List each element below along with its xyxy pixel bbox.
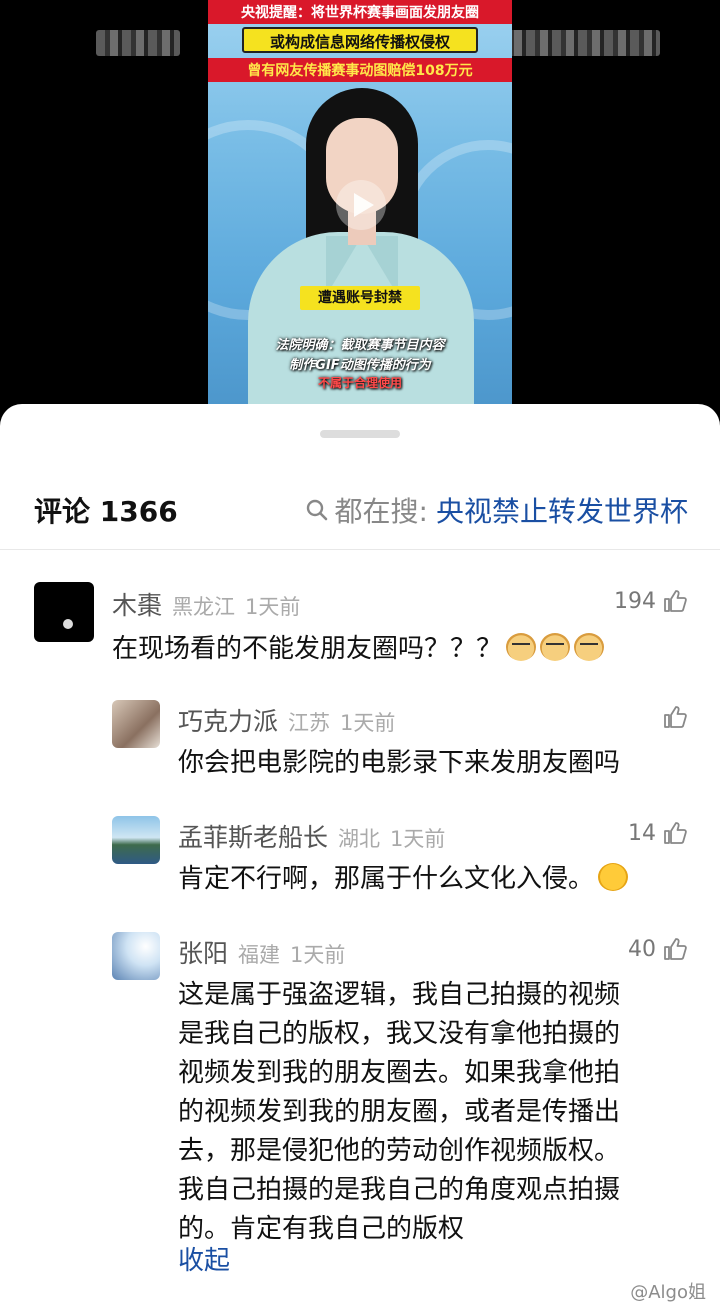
username[interactable]: 张阳 xyxy=(178,934,228,970)
comment-meta: 孟菲斯老船长 湖北 1天前 xyxy=(178,818,445,854)
username[interactable]: 孟菲斯老船长 xyxy=(178,818,328,854)
like-button[interactable]: 14 xyxy=(628,820,688,846)
thumb-up-icon xyxy=(664,938,687,960)
doge-emoji xyxy=(506,633,537,661)
location: 福建 xyxy=(238,943,281,967)
comment-sheet: 评论 1366 都在搜: 央视禁止转发世界杯 木棗 黑龙江 1天前 194 在现… xyxy=(0,404,720,1314)
video-caption-mid: 遭遇账号封禁 xyxy=(300,286,420,310)
play-icon xyxy=(354,193,374,217)
search-icon xyxy=(306,499,327,521)
like-count: 194 xyxy=(614,588,656,614)
like-count: 40 xyxy=(628,936,656,962)
thumb-up-icon xyxy=(664,590,687,612)
like-button[interactable] xyxy=(662,704,688,730)
timestamp: 1天前 xyxy=(340,711,396,735)
collapse-link[interactable]: 收起 xyxy=(178,1240,230,1277)
doge-emoji xyxy=(574,633,605,661)
moon-avatar-image xyxy=(63,619,73,629)
video-caption-top: 央视提醒：将世界杯赛事画面发朋友圈 xyxy=(208,0,512,24)
comment-text-content: 肯定不行啊，那属于什么文化入侵。 xyxy=(178,864,595,894)
like-count: 14 xyxy=(628,820,656,846)
timestamp: 1天前 xyxy=(245,595,301,619)
comment-text: 在现场看的不能发朋友圈吗？？？ xyxy=(112,630,605,669)
search-query-link[interactable]: 央视禁止转发世界杯 xyxy=(436,490,688,530)
video-caption-law-2: 制作GIF动图传播的行为 xyxy=(289,358,431,373)
video-caption-red: 曾有网友传播赛事动图赔偿108万元 xyxy=(208,58,512,82)
avatar[interactable] xyxy=(34,582,94,642)
video-caption-law-1: 法院明确：截取赛事节目内容 xyxy=(275,338,445,353)
comment-line: 视频发到我的朋友圈去。如果我拿他拍 xyxy=(178,1058,621,1088)
comment-line: 的。肯定有我自己的版权 xyxy=(178,1214,465,1244)
search-label: 都在搜: xyxy=(334,495,428,528)
video-player[interactable]: 央视提醒：将世界杯赛事画面发朋友圈 或构成信息网络传播权侵权 曾有网友传播赛事动… xyxy=(0,0,720,430)
doge-emoji xyxy=(540,633,571,661)
location: 江苏 xyxy=(288,711,331,735)
comment-count-title: 评论 1366 xyxy=(34,495,178,528)
comment-text: 你会把电影院的电影录下来发朋友圈吗 xyxy=(178,748,621,778)
timestamp: 1天前 xyxy=(390,827,446,851)
location: 湖北 xyxy=(338,827,381,851)
avatar[interactable] xyxy=(112,932,160,980)
video-caption-law-3: 不属于合理使用 xyxy=(317,376,402,390)
comment-line: 的视频发到我的朋友圈，或者是传播出 xyxy=(178,1097,621,1127)
comment-line: 这是属于强盗逻辑，我自己拍摄的视频 xyxy=(178,980,621,1010)
like-button[interactable]: 40 xyxy=(628,936,688,962)
comment-text-content: 在现场看的不能发朋友圈吗？？？ xyxy=(112,634,503,664)
blurred-text xyxy=(500,30,660,56)
comment-meta: 张阳 福建 1天前 xyxy=(178,934,345,970)
comment-line: 去，那是侵犯他的劳动创作视频版权。 xyxy=(178,1136,621,1166)
thumb-up-icon xyxy=(664,822,687,844)
timestamp: 1天前 xyxy=(290,943,346,967)
video-frame[interactable]: 央视提醒：将世界杯赛事画面发朋友圈 或构成信息网络传播权侵权 曾有网友传播赛事动… xyxy=(208,0,512,404)
laugh-cry-emoji xyxy=(598,863,629,891)
play-button[interactable] xyxy=(336,180,386,230)
blurred-text xyxy=(96,30,180,56)
drag-handle[interactable] xyxy=(320,430,400,438)
comment-meta: 巧克力派 江苏 1天前 xyxy=(178,702,395,738)
watermark: @Algo姐 xyxy=(630,1282,706,1303)
avatar[interactable] xyxy=(112,816,160,864)
username[interactable]: 巧克力派 xyxy=(178,702,278,738)
like-button[interactable]: 194 xyxy=(614,588,688,614)
thumb-up-icon xyxy=(664,706,687,728)
comment-meta: 木棗 黑龙江 1天前 xyxy=(112,586,300,622)
location: 黑龙江 xyxy=(172,595,236,619)
video-caption-highlight: 或构成信息网络传播权侵权 xyxy=(242,27,478,53)
comment-text: 肯定不行啊，那属于什么文化入侵。 xyxy=(178,860,629,899)
comment-line: 我自己拍摄的是我自己的角度观点拍摄 xyxy=(178,1175,621,1205)
divider xyxy=(0,549,720,550)
trending-search[interactable]: 都在搜: 央视禁止转发世界杯 xyxy=(305,490,688,530)
avatar[interactable] xyxy=(112,700,160,748)
comment-text: 这是属于强盗逻辑，我自己拍摄的视频 是我自己的版权，我又没有拿他拍摄的 视频发到… xyxy=(178,976,620,1249)
username[interactable]: 木棗 xyxy=(112,586,162,622)
comment-line: 是我自己的版权，我又没有拿他拍摄的 xyxy=(178,1019,621,1049)
